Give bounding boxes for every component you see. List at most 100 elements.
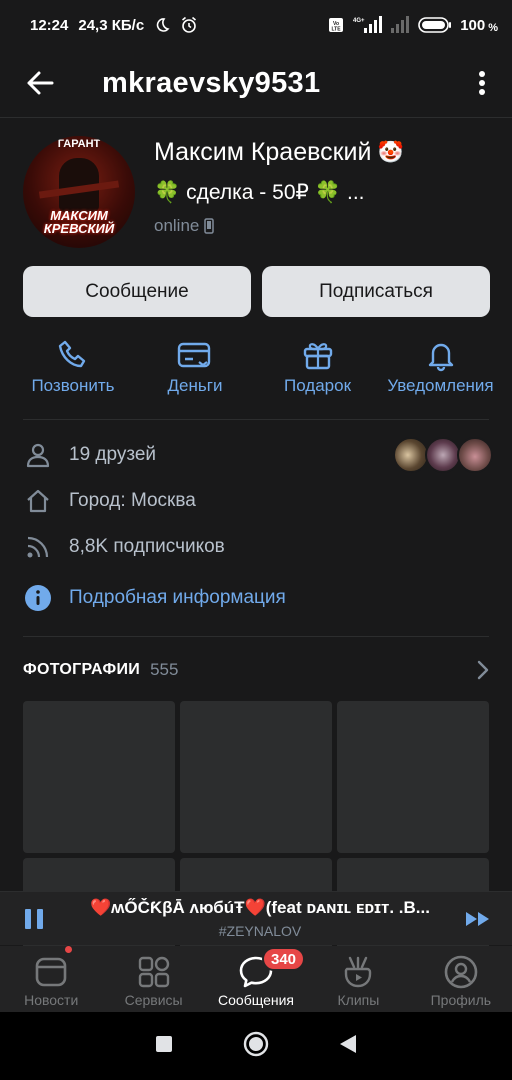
info-divider	[23, 636, 489, 637]
status-ellipsis: ...	[347, 180, 365, 204]
online-text: online	[154, 216, 200, 235]
followers-text: 8,8K подписчиков	[69, 536, 225, 557]
actions-divider	[23, 419, 489, 420]
tab-news[interactable]: Новости	[0, 945, 102, 1012]
money-icon	[177, 334, 213, 376]
tab-news-label: Новости	[24, 992, 79, 1008]
profile-header: mkraevsky9531	[0, 50, 512, 116]
tab-profile[interactable]: Профиль	[410, 946, 512, 1012]
bottom-tab-bar: Новости Сервисы Сообщения Клипы Профиль	[0, 945, 512, 1012]
clips-icon	[341, 952, 375, 992]
tab-profile-label: Профиль	[430, 992, 492, 1008]
avatar-name-text: МАКСИМ КРЕВСКИЙ	[43, 208, 115, 236]
info-icon	[23, 583, 53, 613]
profile-name-text: Максим Краевский	[154, 138, 372, 166]
alarm-icon	[180, 16, 198, 34]
news-icon	[34, 945, 73, 992]
tab-services[interactable]: Сервисы	[102, 946, 204, 1012]
notifications-action[interactable]: Уведомления	[378, 334, 503, 410]
photos-title: ФОТОГРАФИИ	[23, 661, 141, 678]
photo-thumbnail[interactable]	[180, 701, 332, 853]
mobile-phone-icon	[204, 218, 215, 234]
music-player[interactable]: ❤️ʍŐČƘβĀ ʌюбúŦ❤️(feat ᴅᴀɴɪʟ ᴇᴅɪᴛ. .B... …	[0, 891, 512, 945]
profile-icon	[443, 952, 479, 992]
track-artist: #ZEYNALOV	[218, 923, 302, 939]
details-link: Подробная информация	[69, 587, 286, 608]
friend-avatars[interactable]	[393, 437, 493, 473]
news-notification-dot	[64, 945, 73, 954]
pause-button[interactable]	[22, 907, 46, 931]
photo-thumbnail[interactable]	[337, 701, 489, 853]
notifications-label: Уведомления	[387, 376, 494, 395]
message-button[interactable]: Сообщение	[23, 266, 251, 317]
battery-percent: 100	[460, 16, 486, 34]
friend-avatar	[425, 437, 461, 473]
battery-icon	[418, 16, 452, 34]
track-title: ❤️ʍŐČƘβĀ ʌюбúŦ❤️(feat ᴅᴀɴɪʟ ᴇᴅɪᴛ. .B...	[90, 898, 430, 917]
triangle-back-icon	[340, 1034, 356, 1053]
svg-text:4G+: 4G+	[353, 18, 365, 24]
home-button[interactable]	[243, 1031, 269, 1062]
back-arrow-icon	[27, 71, 54, 95]
status-time: 12:24	[30, 16, 69, 34]
moon-icon	[154, 17, 170, 33]
back-button[interactable]	[0, 50, 80, 116]
details-row[interactable]: Подробная информация	[23, 583, 286, 613]
square-icon	[156, 1035, 172, 1052]
bell-icon	[424, 334, 458, 376]
header-divider	[0, 117, 512, 118]
friends-row[interactable]: 19 друзей	[23, 440, 156, 470]
online-status: online	[154, 216, 215, 236]
tab-clips-label: Клипы	[337, 992, 380, 1008]
circle-icon	[243, 1031, 269, 1056]
profile-name: Максим Краевский 🤡	[154, 138, 404, 167]
gift-label: Подарок	[283, 376, 352, 395]
gift-action[interactable]: Подарок	[270, 334, 365, 410]
svg-text:LTE: LTE	[332, 27, 342, 33]
next-track-button[interactable]	[464, 908, 492, 930]
profile-status: 🍀 сделка - 50₽ 🍀 ...	[154, 180, 365, 205]
messages-badge: 340	[262, 947, 306, 971]
status-bar: 12:24 24,3 КБ/с Vo LTE 4G+ 100 %	[0, 0, 512, 50]
tab-clips[interactable]: Клипы	[307, 946, 409, 1012]
fast-forward-icon	[466, 912, 489, 926]
city-row: Город: Москва	[23, 486, 196, 516]
services-icon	[137, 952, 171, 992]
friend-avatar	[393, 437, 429, 473]
avatar[interactable]: ГАРАНТ МАКСИМ КРЕВСКИЙ	[23, 136, 135, 248]
tab-messages-label: Сообщения	[218, 992, 294, 1008]
signal-no-sim-icon	[390, 16, 410, 34]
home-icon	[23, 486, 53, 516]
user-icon	[23, 440, 53, 470]
photos-count: 555	[150, 660, 179, 679]
friend-avatar	[457, 437, 493, 473]
rss-icon	[23, 532, 53, 562]
call-label: Позвонить	[31, 376, 115, 395]
followers-row[interactable]: 8,8K подписчиков	[23, 532, 225, 562]
chevron-right-icon	[477, 660, 489, 680]
subscribe-button[interactable]: Подписаться	[262, 266, 490, 317]
tab-services-label: Сервисы	[124, 992, 183, 1008]
money-label: Деньги	[167, 376, 223, 395]
friends-text: 19 друзей	[69, 444, 157, 465]
city-text: Город: Москва	[69, 490, 196, 511]
back-nav-button[interactable]	[339, 1034, 357, 1059]
gift-icon	[301, 334, 335, 376]
clover-emoji-left: 🍀	[154, 180, 181, 204]
more-vertical-icon	[479, 71, 485, 95]
recents-button[interactable]	[155, 1035, 173, 1058]
system-navigation-bar	[0, 1012, 512, 1080]
phone-icon	[56, 334, 90, 376]
battery-unit: %	[488, 21, 498, 34]
money-action[interactable]: Деньги	[150, 334, 240, 410]
signal-4g-icon: 4G+	[352, 16, 383, 34]
more-button[interactable]	[452, 50, 512, 116]
photos-header[interactable]: ФОТОГРАФИИ 555	[23, 656, 489, 684]
clover-emoji-right: 🍀	[314, 180, 342, 204]
page-title: mkraevsky9531	[102, 66, 321, 99]
call-action[interactable]: Позвонить	[18, 334, 128, 410]
photo-thumbnail[interactable]	[23, 701, 175, 853]
status-text: сделка - 50₽	[186, 181, 309, 204]
pause-icon	[25, 909, 43, 929]
status-network-speed: 24,3 КБ/с	[78, 16, 145, 34]
